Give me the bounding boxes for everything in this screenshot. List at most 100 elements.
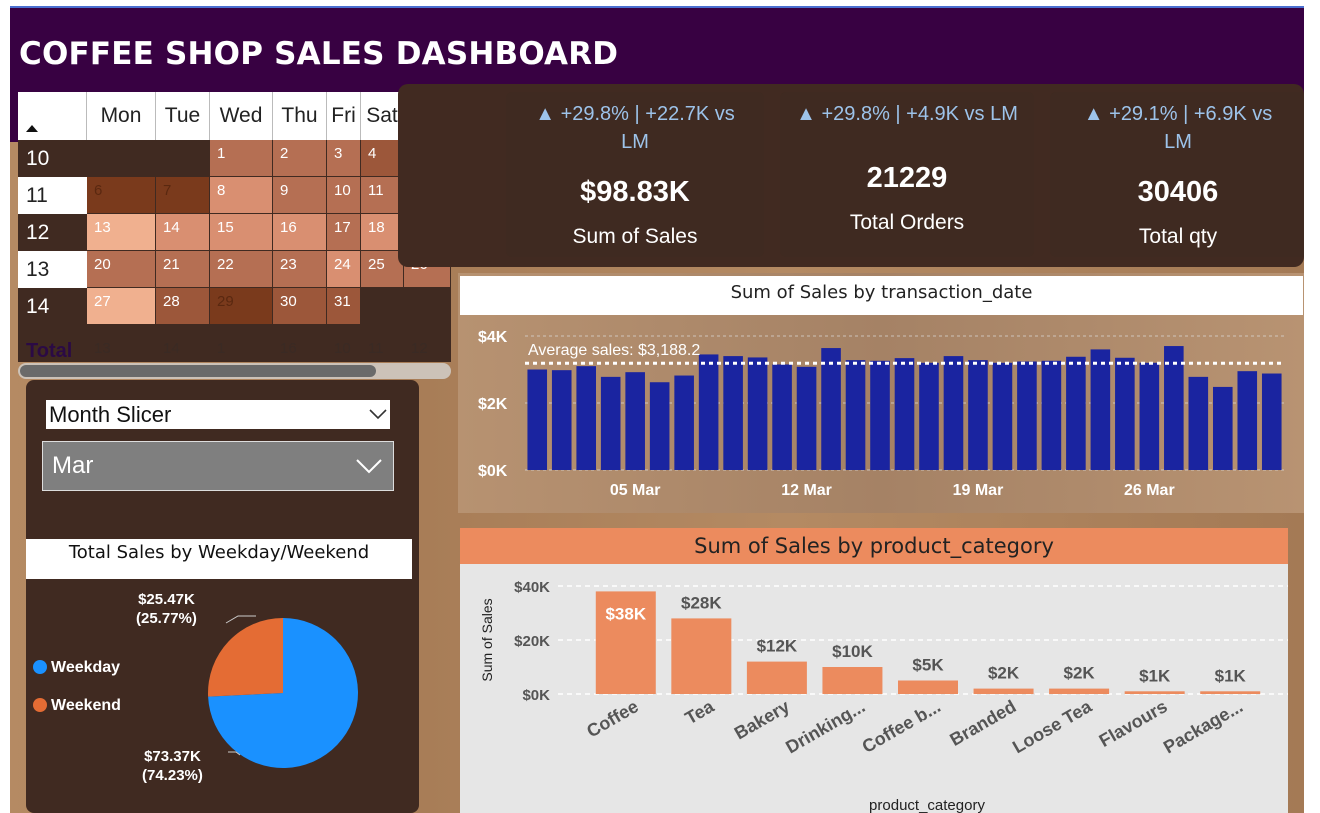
bar-30-Mar[interactable]: [1237, 371, 1258, 470]
matrix-column-header[interactable]: Tue: [156, 92, 210, 140]
kpi-card-qty[interactable]: ▲ +29.1% | +6.9K vs LM 30406 Total qty: [1050, 92, 1304, 257]
bar-14-Mar[interactable]: [845, 360, 866, 470]
calendar-day-cell[interactable]: 28: [156, 288, 210, 325]
matrix-total-cell: 1: [217, 340, 226, 357]
matrix-total-cell: 12: [411, 340, 428, 357]
matrix-row-header[interactable]: 12: [18, 214, 87, 251]
bar-06-Mar[interactable]: [649, 382, 670, 470]
bar-04-Mar[interactable]: [600, 376, 621, 470]
data-label: $5K: [912, 656, 944, 675]
calendar-day-cell[interactable]: 15: [210, 214, 273, 251]
x-tick-label: Flavours: [1096, 696, 1171, 751]
month-slicer-header[interactable]: Month Slicer: [46, 400, 390, 429]
matrix-horizontal-scrollbar[interactable]: [18, 363, 451, 379]
bar-09-Mar[interactable]: [723, 356, 743, 470]
bar-08-Mar[interactable]: [698, 354, 719, 470]
calendar-matrix[interactable]: Total MonTueWedThuFriSatSun1012345116789…: [18, 92, 451, 362]
matrix-total-cell: 11: [368, 340, 384, 357]
matrix-row-header[interactable]: 11: [18, 177, 87, 214]
calendar-day-cell[interactable]: 17: [327, 214, 361, 251]
matrix-column-header[interactable]: Mon: [87, 92, 156, 140]
bar-19-Mar[interactable]: [968, 360, 988, 470]
calendar-day-cell[interactable]: 3: [327, 140, 361, 177]
bar-10-Mar[interactable]: [747, 357, 768, 470]
calendar-day-cell[interactable]: 10: [327, 177, 361, 214]
calendar-day-cell[interactable]: 1: [210, 140, 273, 177]
bar-15-Mar[interactable]: [870, 360, 890, 470]
data-label: $12K: [757, 637, 798, 656]
kpi-card-sales[interactable]: ▲ +29.8% | +22.7K vs LM $98.83K Sum of S…: [506, 92, 764, 257]
bar-branded[interactable]: [973, 688, 1034, 694]
bar-drinking-[interactable]: [822, 667, 883, 694]
matrix-row-header[interactable]: 10: [18, 140, 87, 177]
calendar-day-cell: [361, 288, 404, 325]
bar-22-Mar[interactable]: [1041, 360, 1062, 470]
bar-21-Mar[interactable]: [1017, 361, 1037, 470]
calendar-day-cell[interactable]: 21: [156, 251, 210, 288]
calendar-day-cell[interactable]: 20: [87, 251, 156, 288]
calendar-day-cell[interactable]: 30: [273, 288, 327, 325]
bar-coffee-b-[interactable]: [898, 680, 958, 695]
kpi-trend: ▲ +29.1% | +6.9K vs: [1083, 103, 1273, 125]
bar-loose-tea[interactable]: [1049, 688, 1110, 694]
category-sales-chart[interactable]: $0K $20K $40K Sum of Sales $38K Coffee $28K Tea…: [460, 564, 1288, 813]
bar-07-Mar[interactable]: [674, 375, 694, 470]
dashboard-canvas: COFFEE SHOP SALES DASHBOARD Total Mon Tue…: [10, 6, 1304, 813]
bar-11-Mar[interactable]: [772, 364, 792, 470]
bar-13-Mar[interactable]: [821, 348, 841, 470]
kpi-trend: ▲ +29.8% | +4.9K vs LM: [796, 103, 1018, 125]
kpi-card-orders[interactable]: ▲ +29.8% | +4.9K vs LM 21229 Total Order…: [780, 92, 1034, 257]
calendar-day-cell[interactable]: 27: [87, 288, 156, 325]
calendar-day-cell[interactable]: 31: [327, 288, 361, 325]
bar-26-Mar[interactable]: [1139, 362, 1160, 470]
bar-29-Mar[interactable]: [1212, 386, 1233, 470]
average-line-label: Average sales: $3,188.2: [528, 342, 700, 359]
pie-slice-weekend[interactable]: [208, 618, 283, 697]
bar-23-Mar[interactable]: [1066, 356, 1086, 470]
matrix-column-header[interactable]: Thu: [273, 92, 327, 140]
scrollbar-thumb[interactable]: [20, 365, 376, 377]
bar-18-Mar[interactable]: [943, 356, 964, 470]
bar-16-Mar[interactable]: [894, 358, 915, 470]
matrix-column-header[interactable]: Wed: [210, 92, 273, 140]
calendar-day-cell[interactable]: 14: [156, 214, 210, 251]
bar-24-Mar[interactable]: [1090, 349, 1111, 470]
calendar-day-cell[interactable]: 13: [87, 214, 156, 251]
bar-01-Mar[interactable]: [527, 369, 548, 471]
bar-tea[interactable]: [671, 618, 732, 694]
bar-28-Mar[interactable]: [1188, 376, 1209, 470]
bar-12-Mar[interactable]: [796, 366, 817, 470]
bar-flavours[interactable]: [1124, 691, 1185, 694]
calendar-day-cell[interactable]: 24: [327, 251, 361, 288]
calendar-day-cell[interactable]: 23: [273, 251, 327, 288]
calendar-day-cell[interactable]: 22: [210, 251, 273, 288]
bar-20-Mar[interactable]: [992, 362, 1013, 470]
bar-02-Mar[interactable]: [551, 370, 572, 470]
calendar-day-cell[interactable]: 6: [87, 177, 156, 214]
pie-chart[interactable]: [26, 579, 419, 813]
calendar-day-cell[interactable]: 29: [210, 288, 273, 325]
matrix-row-header[interactable]: 13: [18, 251, 87, 288]
daily-sales-chart[interactable]: $0K $2K $4K 05 Mar 12 Mar 19 Mar 26 Mar Average…: [458, 315, 1304, 513]
calendar-day-cell[interactable]: 9: [273, 177, 327, 214]
bar-17-Mar[interactable]: [919, 362, 939, 470]
bar-bakery[interactable]: [746, 661, 807, 694]
bar-31-Mar[interactable]: [1261, 373, 1282, 470]
chevron-down-icon[interactable]: [368, 404, 388, 424]
matrix-row-header[interactable]: 14: [18, 288, 87, 325]
calendar-day-cell[interactable]: 7: [156, 177, 210, 214]
calendar-day-cell[interactable]: 2: [273, 140, 327, 177]
bar-05-Mar[interactable]: [625, 372, 645, 470]
kpi-label: Total Orders: [849, 211, 965, 234]
bar-25-Mar[interactable]: [1115, 357, 1135, 470]
chevron-down-icon[interactable]: [355, 456, 383, 476]
calendar-day-cell[interactable]: 8: [210, 177, 273, 214]
month-slicer-dropdown[interactable]: Mar: [42, 441, 394, 491]
matrix-column-header[interactable]: Fri: [327, 92, 361, 140]
bar-03-Mar[interactable]: [576, 366, 597, 470]
matrix-corner-header[interactable]: [18, 92, 87, 140]
calendar-day-cell[interactable]: 16: [273, 214, 327, 251]
sort-ascending-icon[interactable]: [26, 125, 38, 132]
bar-package-[interactable]: [1200, 691, 1261, 694]
data-label: $2K: [1064, 664, 1096, 683]
